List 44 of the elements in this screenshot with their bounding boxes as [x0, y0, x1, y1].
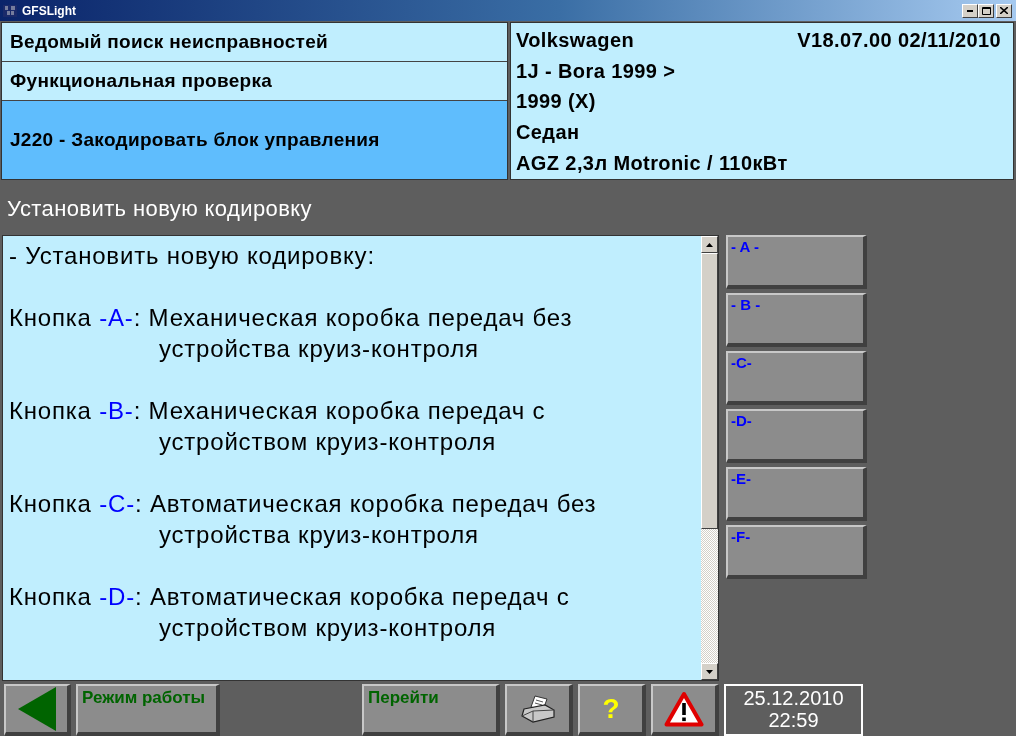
scroll-down-button[interactable] [701, 663, 718, 680]
option-description: Кнопка -D-: Автоматическая коробка передач с устройством круиз-контроля [9, 582, 571, 643]
option-button[interactable]: -E- [726, 467, 867, 521]
warning-button[interactable] [651, 684, 719, 736]
printer-icon [521, 695, 555, 723]
instruction-text: - Установить новую кодировку: [9, 241, 376, 271]
vehicle-info-text: Седан [516, 121, 580, 145]
vertical-scrollbar[interactable] [701, 236, 718, 680]
option-description: Кнопка -B-: Механическая коробка передач с устройством круиз-контроля [9, 396, 547, 457]
vehicle-info-text: 1J - Bora 1999 > [516, 59, 676, 83]
back-button[interactable] [4, 684, 71, 736]
warning-icon [664, 691, 704, 727]
close-button[interactable] [996, 3, 1012, 18]
scroll-thumb[interactable] [701, 253, 718, 529]
maximize-icon [981, 6, 991, 15]
close-icon [1000, 7, 1008, 14]
app-icon [3, 4, 17, 17]
breadcrumb-item[interactable]: J220 - Закодировать блок управления [2, 101, 507, 179]
option-button[interactable]: -F- [726, 525, 867, 579]
version-text: V18.07.00 02/11/2010 [797, 28, 1001, 52]
vehicle-make: Volkswagen [516, 28, 635, 52]
maximize-button[interactable] [978, 3, 994, 18]
back-arrow-icon [17, 687, 56, 731]
option-button[interactable]: -D- [726, 409, 867, 463]
help-button[interactable]: ? [578, 684, 646, 736]
toolbar-button[interactable]: Режим работы [76, 684, 220, 736]
date-text: 25.12.2010 [743, 687, 844, 709]
down-arrow-icon [706, 669, 713, 674]
up-arrow-icon [706, 242, 713, 247]
option-description: Кнопка -C-: Автоматическая коробка передач без устройства круиз-контроля [9, 489, 598, 550]
window-title: GFSLight [22, 3, 77, 18]
screen-title: Установить новую кодировку [7, 195, 312, 222]
option-button[interactable]: - B - [726, 293, 867, 347]
option-button[interactable]: -C- [726, 351, 867, 405]
vehicle-info-text: 1999 (X) [516, 90, 596, 114]
scroll-up-button[interactable] [701, 236, 718, 253]
option-description: Кнопка -A-: Механическая коробка передач без устройства круиз-контроля [9, 303, 574, 364]
time-text: 22:59 [768, 709, 819, 731]
vehicle-info-text: AGZ 2,3л Motronic / 110кВт [516, 152, 788, 176]
minimize-icon [967, 9, 973, 12]
option-button[interactable]: - A - [726, 235, 867, 289]
toolbar-button[interactable]: Перейти [362, 684, 500, 736]
minimize-button[interactable] [962, 3, 978, 18]
print-button[interactable] [505, 684, 573, 736]
